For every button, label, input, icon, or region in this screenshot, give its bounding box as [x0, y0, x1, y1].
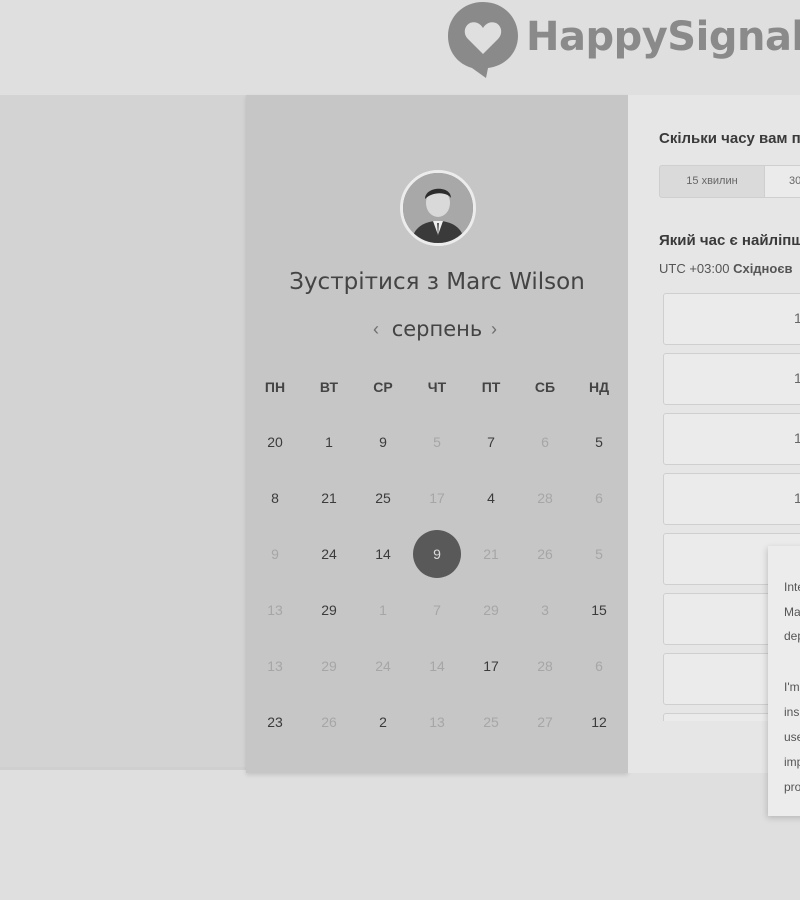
calendar-day: 5	[595, 546, 603, 562]
calendar-day: 13	[267, 602, 283, 618]
month-navigation: ‹ серпень ›	[246, 317, 628, 347]
weekday-label: ВТ	[319, 379, 339, 395]
calendar-day: 26	[321, 714, 337, 730]
time-slot-label: 1	[794, 490, 800, 506]
calendar-day[interactable]: 9	[359, 418, 407, 466]
calendar-day: 28	[537, 658, 553, 674]
heart-speech-bubble-icon	[448, 2, 518, 78]
popup-text-line: Inte	[784, 580, 800, 594]
calendar-day: 7	[433, 602, 441, 618]
left-panel	[0, 95, 248, 770]
calendar-day: 9	[271, 546, 279, 562]
weekday-label: СБ	[534, 379, 556, 395]
calendar-day: 13	[267, 658, 283, 674]
popup-text-line: Ma	[784, 605, 800, 619]
time-slot-label: 1	[794, 370, 800, 386]
calendar-day[interactable]: 23	[251, 698, 299, 746]
host-avatar	[400, 170, 476, 246]
calendar-day: 5	[433, 434, 441, 450]
popup-text-line: pro	[784, 780, 800, 794]
calendar-day: 17	[429, 490, 445, 506]
calendar-day: 25	[483, 714, 499, 730]
popup-text-line: ins	[784, 705, 800, 719]
calendar-day[interactable]: 14	[359, 530, 407, 578]
calendar-day[interactable]: 24	[305, 530, 353, 578]
time-slot-label: 1	[794, 430, 800, 446]
host-photo	[403, 173, 473, 243]
host-bio-popup: Inte Ma dep I'm ins use imp pro	[768, 546, 800, 816]
weekday-label: НД	[588, 379, 610, 395]
calendar-day[interactable]: 1	[305, 418, 353, 466]
calendar-card: Зустрітися з Marc Wilson ‹ серпень › ПН В…	[246, 95, 628, 773]
calendar-day[interactable]: 5	[575, 418, 623, 466]
time-slot-button[interactable]: 1	[663, 353, 800, 405]
calendar-day: 29	[483, 602, 499, 618]
calendar-day-selected[interactable]: 9	[413, 530, 461, 578]
calendar-day[interactable]: 8	[251, 474, 299, 522]
popup-text-line: I'm	[784, 680, 800, 694]
meeting-title: Зустрітися з Marc Wilson	[246, 269, 628, 295]
calendar-day: 26	[537, 546, 553, 562]
calendar-day[interactable]: 12	[575, 698, 623, 746]
calendar-day: 6	[595, 658, 603, 674]
calendar-day: 21	[483, 546, 499, 562]
calendar-day[interactable]: 20	[251, 418, 299, 466]
next-month-icon[interactable]: ›	[491, 319, 497, 340]
weekday-label: ЧТ	[427, 379, 447, 395]
time-slot-label: 1	[794, 310, 800, 326]
time-slot-button[interactable]: 1	[663, 473, 800, 525]
calendar-day[interactable]: 17	[467, 642, 515, 690]
calendar-day[interactable]: 4	[467, 474, 515, 522]
time-slot-button[interactable]: 1	[663, 293, 800, 345]
popup-text-line: imp	[784, 755, 800, 769]
calendar-day: 29	[321, 658, 337, 674]
calendar-day[interactable]: 21	[305, 474, 353, 522]
calendar-day[interactable]: 2	[359, 698, 407, 746]
month-label: серпень	[391, 317, 483, 341]
calendar-day: 6	[595, 490, 603, 506]
calendar-day: 1	[379, 602, 387, 618]
calendar-day[interactable]: 29	[305, 586, 353, 634]
calendar-day: 28	[537, 490, 553, 506]
popup-text-line: dep	[784, 629, 800, 643]
happysignals-logo: HappySignals	[446, 0, 800, 78]
calendar-day: 27	[537, 714, 553, 730]
weekday-label: СР	[373, 379, 393, 395]
weekday-label: ПТ	[481, 379, 501, 395]
meeting-title-prefix: Зустрітися з	[289, 269, 439, 295]
calendar-day: 24	[375, 658, 391, 674]
calendar-day: 14	[429, 658, 445, 674]
time-slot-button[interactable]: 1	[663, 413, 800, 465]
logo-text: HappySignals	[526, 14, 800, 60]
weekday-label: ПН	[264, 379, 286, 395]
calendar-day[interactable]: 25	[359, 474, 407, 522]
calendar-day: 3	[541, 602, 549, 618]
calendar-day: 13	[429, 714, 445, 730]
calendar-day[interactable]: 15	[575, 586, 623, 634]
host-name: Marc Wilson	[446, 269, 585, 295]
calendar-day: 6	[541, 434, 549, 450]
popup-text-line: use	[784, 730, 800, 744]
calendar-day[interactable]: 7	[467, 418, 515, 466]
